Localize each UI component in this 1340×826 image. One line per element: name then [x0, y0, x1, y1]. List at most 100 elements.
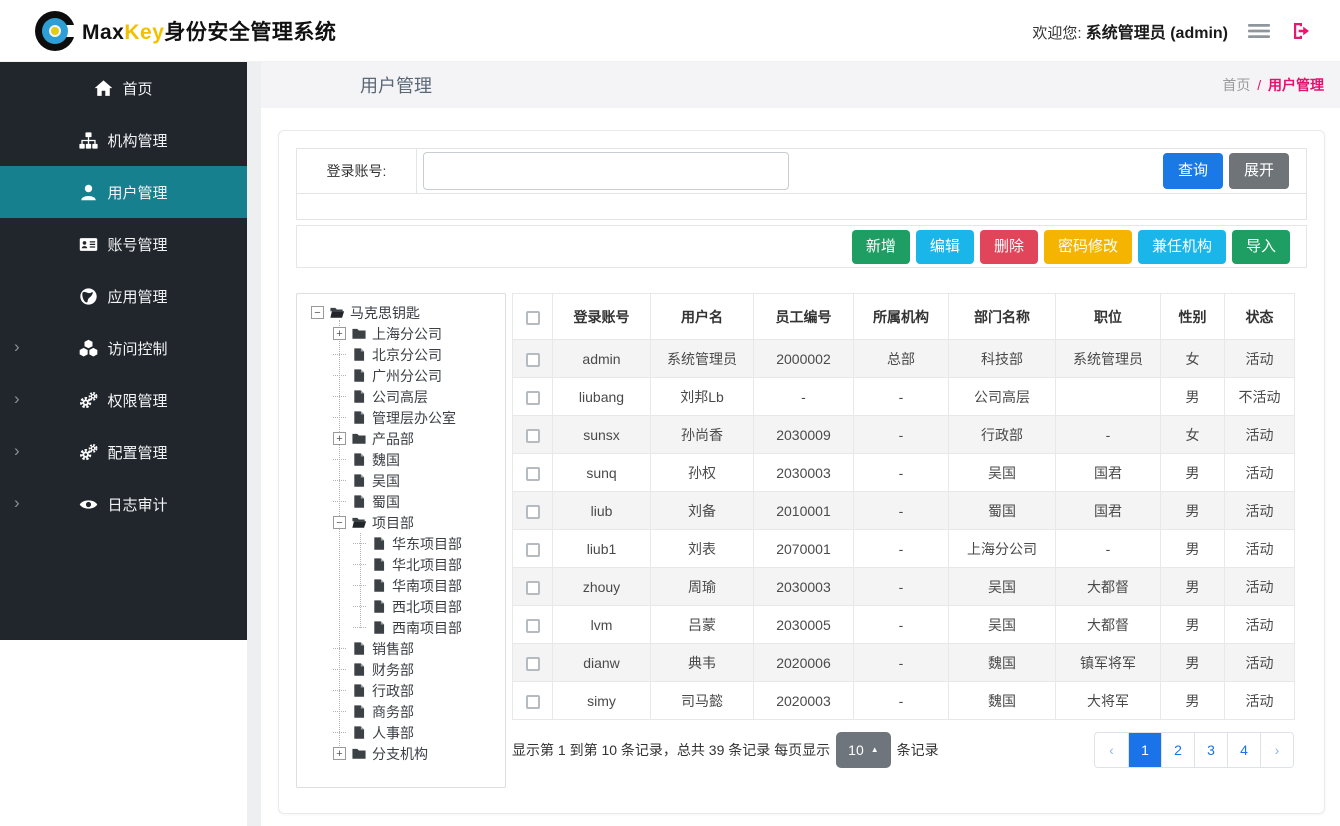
row-select-cell	[513, 454, 553, 492]
tree-node[interactable]: 西北项目部	[297, 596, 505, 617]
page-size-select[interactable]: 10▲	[836, 732, 891, 768]
tree-toggle[interactable]	[353, 627, 366, 628]
table-row: zhouy 周瑜 2030003 - 吴国 大都督 男 活动	[513, 568, 1295, 606]
tree-toggle[interactable]	[333, 669, 346, 670]
page-button[interactable]: ‹	[1095, 733, 1128, 767]
tree-node[interactable]: 西南项目部	[297, 617, 505, 638]
sidebar-item[interactable]: › 配置管理	[0, 426, 247, 478]
tree-node[interactable]: 北京分公司	[297, 344, 505, 365]
logout-icon[interactable]	[1290, 21, 1312, 41]
tree-node[interactable]: 魏国	[297, 449, 505, 470]
sidebar-item[interactable]: › 首页	[0, 62, 247, 114]
tree-node[interactable]: 销售部	[297, 638, 505, 659]
tree-node[interactable]: 公司高层	[297, 386, 505, 407]
page-button[interactable]: 2	[1161, 733, 1194, 767]
tree-toggle[interactable]	[333, 690, 346, 691]
menu-icon[interactable]	[1248, 21, 1270, 41]
row-checkbox[interactable]	[526, 353, 540, 367]
tree-node-label: 公司高层	[372, 387, 428, 407]
tree-toggle[interactable]	[333, 480, 346, 481]
row-checkbox[interactable]	[526, 467, 540, 481]
tree-toggle[interactable]: +	[333, 327, 346, 340]
row-checkbox[interactable]	[526, 543, 540, 557]
tree-node[interactable]: 广州分公司	[297, 365, 505, 386]
main-content: 用户管理 首页 / 用户管理 登录账号: 查询 展开	[261, 62, 1340, 826]
cell-organization: -	[854, 530, 949, 568]
tree-node[interactable]: 人事部	[297, 722, 505, 743]
row-checkbox[interactable]	[526, 657, 540, 671]
tree-toggle[interactable]	[333, 459, 346, 460]
tree-node[interactable]: + 产品部	[297, 428, 505, 449]
sidebar-item[interactable]: › 应用管理	[0, 270, 247, 322]
expand-button[interactable]: 展开	[1229, 153, 1289, 189]
cell-login: zhouy	[553, 568, 651, 606]
select-all-checkbox[interactable]	[526, 311, 540, 325]
tree-toggle[interactable]	[333, 375, 346, 376]
tree-toggle[interactable]	[353, 606, 366, 607]
tree-node[interactable]: 华东项目部	[297, 533, 505, 554]
page-button[interactable]: 1	[1128, 733, 1161, 767]
page-button[interactable]: 3	[1194, 733, 1227, 767]
tree-node[interactable]: 财务部	[297, 659, 505, 680]
toolbar-button[interactable]: 密码修改	[1044, 230, 1132, 264]
toolbar-button[interactable]: 新增	[852, 230, 910, 264]
cell-department: 吴国	[949, 568, 1056, 606]
row-checkbox[interactable]	[526, 695, 540, 709]
row-select-cell	[513, 340, 553, 378]
sidebar-item[interactable]: › 日志审计	[0, 478, 247, 530]
cell-username: 孙权	[651, 454, 754, 492]
query-button[interactable]: 查询	[1163, 153, 1223, 189]
tree-node[interactable]: − 马克思钥匙	[297, 302, 505, 323]
tree-toggle[interactable]	[333, 396, 346, 397]
tree-toggle[interactable]	[333, 501, 346, 502]
folder-open-icon	[351, 515, 367, 530]
tree-toggle[interactable]	[353, 543, 366, 544]
tree-toggle[interactable]: −	[311, 306, 324, 319]
tree-node[interactable]: 商务部	[297, 701, 505, 722]
login-account-label: 登录账号:	[297, 149, 417, 193]
sidebar-item[interactable]: › 账号管理	[0, 218, 247, 270]
sidebar-item[interactable]: › 权限管理	[0, 374, 247, 426]
row-checkbox[interactable]	[526, 391, 540, 405]
tree-toggle[interactable]: +	[333, 747, 346, 760]
breadcrumb-home-link[interactable]: 首页	[1222, 77, 1250, 93]
tree-node[interactable]: − 项目部	[297, 512, 505, 533]
tree-node[interactable]: 吴国	[297, 470, 505, 491]
sidebar-item[interactable]: › 用户管理	[0, 166, 247, 218]
cubes-icon	[79, 339, 98, 358]
sidebar-item[interactable]: › 机构管理	[0, 114, 247, 166]
cell-gender: 男	[1161, 454, 1225, 492]
tree-toggle[interactable]	[353, 585, 366, 586]
tree-toggle[interactable]	[333, 648, 346, 649]
tree-toggle[interactable]	[333, 417, 346, 418]
row-checkbox[interactable]	[526, 429, 540, 443]
toolbar-button[interactable]: 删除	[980, 230, 1038, 264]
sidebar-item[interactable]: › 访问控制	[0, 322, 247, 374]
row-checkbox[interactable]	[526, 505, 540, 519]
row-checkbox[interactable]	[526, 619, 540, 633]
page-button[interactable]: 4	[1227, 733, 1260, 767]
row-checkbox[interactable]	[526, 581, 540, 595]
tree-toggle[interactable]	[353, 564, 366, 565]
tree-node[interactable]: 管理层办公室	[297, 407, 505, 428]
cell-employee-no: -	[754, 378, 854, 416]
tree-node[interactable]: 蜀国	[297, 491, 505, 512]
tree-toggle[interactable]	[333, 354, 346, 355]
tree-toggle[interactable]	[333, 711, 346, 712]
tree-toggle[interactable]: −	[333, 516, 346, 529]
login-account-input[interactable]	[423, 152, 789, 190]
tree-node[interactable]: + 分支机构	[297, 743, 505, 764]
toolbar-button[interactable]: 兼任机构	[1138, 230, 1226, 264]
tree-node[interactable]: + 上海分公司	[297, 323, 505, 344]
cell-position: -	[1056, 416, 1161, 454]
tree-node-label: 吴国	[372, 471, 400, 491]
toolbar-button[interactable]: 导入	[1232, 230, 1290, 264]
page-button[interactable]: ›	[1260, 733, 1293, 767]
tree-toggle[interactable]	[333, 732, 346, 733]
tree-toggle[interactable]: +	[333, 432, 346, 445]
toolbar-button[interactable]: 编辑	[916, 230, 974, 264]
tree-node[interactable]: 行政部	[297, 680, 505, 701]
file-icon	[351, 347, 367, 362]
tree-node[interactable]: 华南项目部	[297, 575, 505, 596]
tree-node[interactable]: 华北项目部	[297, 554, 505, 575]
